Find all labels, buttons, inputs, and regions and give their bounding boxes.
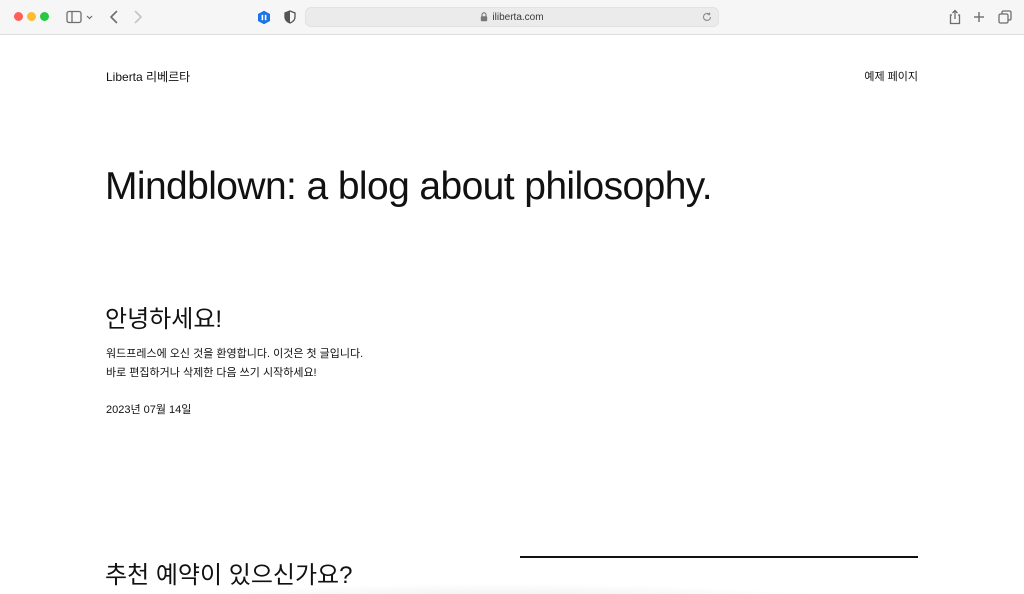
share-button[interactable]: [946, 8, 964, 26]
post-excerpt: 워드프레스에 오신 것을 환영합니다. 이것은 첫 글입니다. 바로 편집하거나…: [106, 348, 364, 379]
bottom-shadow: [120, 583, 880, 594]
nav-link-sample-page[interactable]: 예제 페이지: [864, 68, 918, 84]
shield-icon: [284, 10, 296, 24]
new-tab-button[interactable]: [971, 8, 987, 26]
chevron-right-icon: [134, 10, 142, 24]
url-text: iliberta.com: [492, 11, 544, 23]
sidebar-toggle-button[interactable]: [65, 8, 95, 26]
reload-button[interactable]: [700, 10, 714, 24]
post-title-link[interactable]: 안녕하세요!: [105, 299, 222, 334]
browser-toolbar: iliberta.com: [0, 0, 1024, 35]
close-window-button[interactable]: [14, 12, 23, 21]
section-separator: [520, 556, 918, 558]
privacy-report-button[interactable]: [282, 8, 298, 26]
extension-button[interactable]: [256, 8, 272, 26]
address-bar[interactable]: iliberta.com: [305, 7, 719, 27]
back-button[interactable]: [106, 8, 122, 26]
page-title: Mindblown: a blog about philosophy.: [105, 165, 713, 208]
minimize-window-button[interactable]: [27, 12, 36, 21]
plus-icon: [974, 12, 984, 22]
reload-icon: [703, 12, 712, 21]
tab-overview-icon: [998, 10, 1012, 24]
lock-icon: [480, 12, 488, 22]
share-icon: [949, 9, 961, 25]
sidebar-icon: [66, 10, 93, 24]
post-date[interactable]: 2023년 07월 14일: [106, 401, 191, 417]
site-title-link[interactable]: Liberta 리베르타: [106, 68, 190, 85]
zoom-window-button[interactable]: [40, 12, 49, 21]
forward-button[interactable]: [130, 8, 146, 26]
web-page: Liberta 리베르타 예제 페이지 Mindblown: a blog ab…: [0, 35, 1024, 594]
tab-overview-button[interactable]: [996, 8, 1014, 26]
chevron-left-icon: [110, 10, 118, 24]
extension-icon: [258, 10, 270, 24]
address-bar-content: iliberta.com: [306, 8, 718, 26]
